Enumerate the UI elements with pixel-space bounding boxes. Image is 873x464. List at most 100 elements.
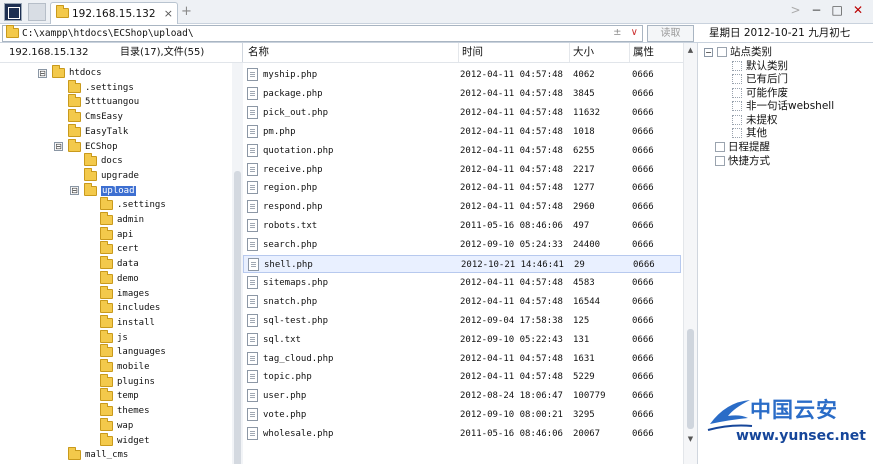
forward-icon[interactable]: > bbox=[789, 3, 803, 17]
file-row[interactable]: user.php 2012-08-24 18:06:47 100779 0666 bbox=[243, 387, 681, 405]
tree-node[interactable]: includes bbox=[100, 300, 160, 315]
folder-icon bbox=[100, 285, 113, 299]
scroll-down-icon[interactable]: ▼ bbox=[686, 435, 695, 444]
file-attr: 0666 bbox=[632, 334, 654, 345]
schedule-item[interactable]: 日程提醒 bbox=[715, 141, 770, 154]
file-row[interactable]: quotation.php 2012-04-11 04:57:48 6255 0666 bbox=[243, 142, 681, 160]
file-name: package.php bbox=[263, 88, 323, 99]
tree-node-label: admin bbox=[117, 215, 145, 225]
minimize-button[interactable]: − bbox=[809, 3, 823, 17]
file-row[interactable]: snatch.php 2012-04-11 04:57:48 16544 0666 bbox=[243, 293, 681, 311]
plus-minus-icon[interactable]: ± bbox=[613, 27, 621, 38]
path-input[interactable]: C:\xampp\htdocs\ECShop\upload\ ± ∨ bbox=[2, 25, 643, 42]
file-icon bbox=[247, 219, 258, 233]
tree-node[interactable]: admin bbox=[100, 212, 145, 227]
tab-current[interactable]: 192.168.15.132 × bbox=[50, 2, 178, 24]
category-root[interactable]: − 站点类别 bbox=[704, 46, 772, 59]
tree-node[interactable]: 5tttuangou bbox=[68, 94, 139, 109]
file-row[interactable]: pick_out.php 2012-04-11 04:57:48 11632 0666 bbox=[243, 104, 681, 122]
file-row[interactable]: pm.php 2012-04-11 04:57:48 1018 0666 bbox=[243, 123, 681, 141]
tree-node[interactable]: ⊟ upload bbox=[70, 182, 136, 198]
file-row[interactable]: robots.txt 2011-05-16 08:46:06 497 0666 bbox=[243, 217, 681, 235]
directory-tree: ⊟ htdocs .settings 5tttuangou CmsEasy EasyTal… bbox=[0, 63, 232, 464]
tree-expander-icon[interactable]: ⊟ bbox=[54, 142, 63, 151]
file-row[interactable]: sql.txt 2012-09-10 05:22:43 131 0666 bbox=[243, 331, 681, 349]
category-item[interactable]: 已有后门 bbox=[732, 73, 788, 86]
file-row[interactable]: topic.php 2012-04-11 04:57:48 5229 0666 bbox=[243, 368, 681, 386]
file-scrollbar[interactable]: ▲ ▼ bbox=[683, 43, 697, 464]
tree-node[interactable]: cert bbox=[100, 241, 139, 256]
tree-expander-icon[interactable]: ⊟ bbox=[38, 68, 47, 78]
category-item[interactable]: 非一句话webshell bbox=[732, 100, 834, 113]
panel-toggle-button[interactable] bbox=[4, 3, 22, 21]
tab-label: 192.168.15.132 bbox=[72, 8, 156, 20]
column-size[interactable]: 大小 bbox=[569, 43, 594, 62]
tree-node[interactable]: demo bbox=[100, 270, 139, 286]
close-button[interactable]: ✕ bbox=[851, 3, 865, 17]
tree-node[interactable]: images bbox=[100, 285, 150, 301]
column-attr[interactable]: 属性 bbox=[629, 43, 654, 62]
category-item[interactable]: 未提权 bbox=[732, 114, 778, 127]
add-tab-button[interactable]: + bbox=[181, 4, 192, 19]
new-window-button[interactable] bbox=[28, 3, 46, 21]
file-row[interactable]: search.php 2012-09-10 05:24:33 24400 0666 bbox=[243, 236, 681, 254]
file-row[interactable]: receive.php 2012-04-11 04:57:48 2217 0666 bbox=[243, 161, 681, 179]
column-name[interactable]: 名称 bbox=[245, 43, 269, 62]
column-time[interactable]: 时间 bbox=[458, 43, 483, 62]
file-row[interactable]: wholesale.php 2011-05-16 08:46:06 20067 066… bbox=[243, 425, 681, 443]
tree-node[interactable]: themes bbox=[100, 403, 150, 418]
tree-node[interactable]: .settings bbox=[100, 197, 166, 212]
tree-node[interactable]: upgrade bbox=[84, 167, 139, 183]
tree-node[interactable]: mall_cms bbox=[68, 447, 128, 462]
tree-node[interactable]: api bbox=[100, 226, 133, 242]
tree-node[interactable]: mobile bbox=[100, 359, 150, 374]
file-icon bbox=[247, 86, 258, 100]
tree-node[interactable]: wap bbox=[100, 417, 133, 433]
collapse-icon[interactable]: − bbox=[704, 47, 713, 57]
tree-node[interactable]: js bbox=[100, 329, 128, 345]
tree-node[interactable]: EasyTalk bbox=[68, 123, 128, 139]
file-icon bbox=[247, 181, 258, 195]
maximize-button[interactable]: □ bbox=[830, 3, 844, 17]
tree-node[interactable]: languages bbox=[100, 344, 166, 359]
chevron-down-icon[interactable]: ∨ bbox=[631, 27, 638, 38]
file-time: 2012-09-10 08:00:21 bbox=[460, 410, 563, 421]
tree-node[interactable]: plugins bbox=[100, 373, 155, 389]
file-row[interactable]: region.php 2012-04-11 04:57:48 1277 0666 bbox=[243, 179, 681, 197]
file-row[interactable]: sitemaps.php 2012-04-11 04:57:48 4583 0666 bbox=[243, 274, 681, 292]
tree-node-label: install bbox=[117, 317, 155, 328]
tree-node[interactable]: data bbox=[100, 256, 139, 271]
file-row[interactable]: respond.php 2012-04-11 04:57:48 2960 0666 bbox=[243, 198, 681, 216]
folder-icon bbox=[100, 359, 113, 372]
tree-node[interactable]: install bbox=[100, 314, 155, 330]
scroll-thumb[interactable] bbox=[687, 329, 694, 429]
tree-node[interactable]: ⊟ htdocs bbox=[38, 65, 102, 80]
read-button[interactable]: 读取 bbox=[647, 25, 694, 42]
category-item[interactable]: 其他 bbox=[732, 127, 767, 140]
tree-node[interactable]: temp bbox=[100, 388, 139, 403]
tab-close-icon[interactable]: × bbox=[164, 7, 173, 20]
folder-icon bbox=[84, 153, 97, 167]
tab-bar: 192.168.15.132 × + > − □ ✕ bbox=[0, 0, 873, 24]
file-row[interactable]: sql-test.php 2012-09-04 17:58:38 125 0666 bbox=[243, 312, 681, 330]
file-row[interactable]: shell.php 2012-10-21 14:46:41 29 0666 bbox=[243, 255, 681, 273]
folder-icon bbox=[100, 226, 113, 240]
file-name: user.php bbox=[263, 391, 307, 402]
category-item[interactable]: 默认类别 bbox=[732, 60, 788, 73]
file-row[interactable]: tag_cloud.php 2012-04-11 04:57:48 1631 0666 bbox=[243, 350, 681, 368]
shortcuts-item[interactable]: 快捷方式 bbox=[715, 155, 770, 168]
tree-node[interactable]: docs bbox=[84, 153, 123, 168]
file-row[interactable]: package.php 2012-04-11 04:57:48 3845 0666 bbox=[243, 85, 681, 103]
scroll-thumb[interactable] bbox=[234, 171, 241, 464]
tree-node[interactable]: ⊟ ECShop bbox=[54, 138, 118, 154]
file-time: 2012-04-11 04:57:48 bbox=[460, 126, 563, 137]
tree-node[interactable]: widget bbox=[100, 432, 150, 448]
tree-scrollbar[interactable] bbox=[232, 63, 243, 464]
tree-expander-icon[interactable]: ⊟ bbox=[70, 186, 79, 196]
file-row[interactable]: myship.php 2012-04-11 04:57:48 4062 0666 bbox=[243, 66, 681, 84]
category-item[interactable]: 可能作废 bbox=[732, 87, 788, 100]
file-row[interactable]: vote.php 2012-09-10 08:00:21 3295 0666 bbox=[243, 406, 681, 424]
tree-node[interactable]: CmsEasy bbox=[68, 109, 123, 124]
tree-node[interactable]: .settings bbox=[68, 79, 134, 95]
scroll-up-icon[interactable]: ▲ bbox=[686, 46, 695, 55]
